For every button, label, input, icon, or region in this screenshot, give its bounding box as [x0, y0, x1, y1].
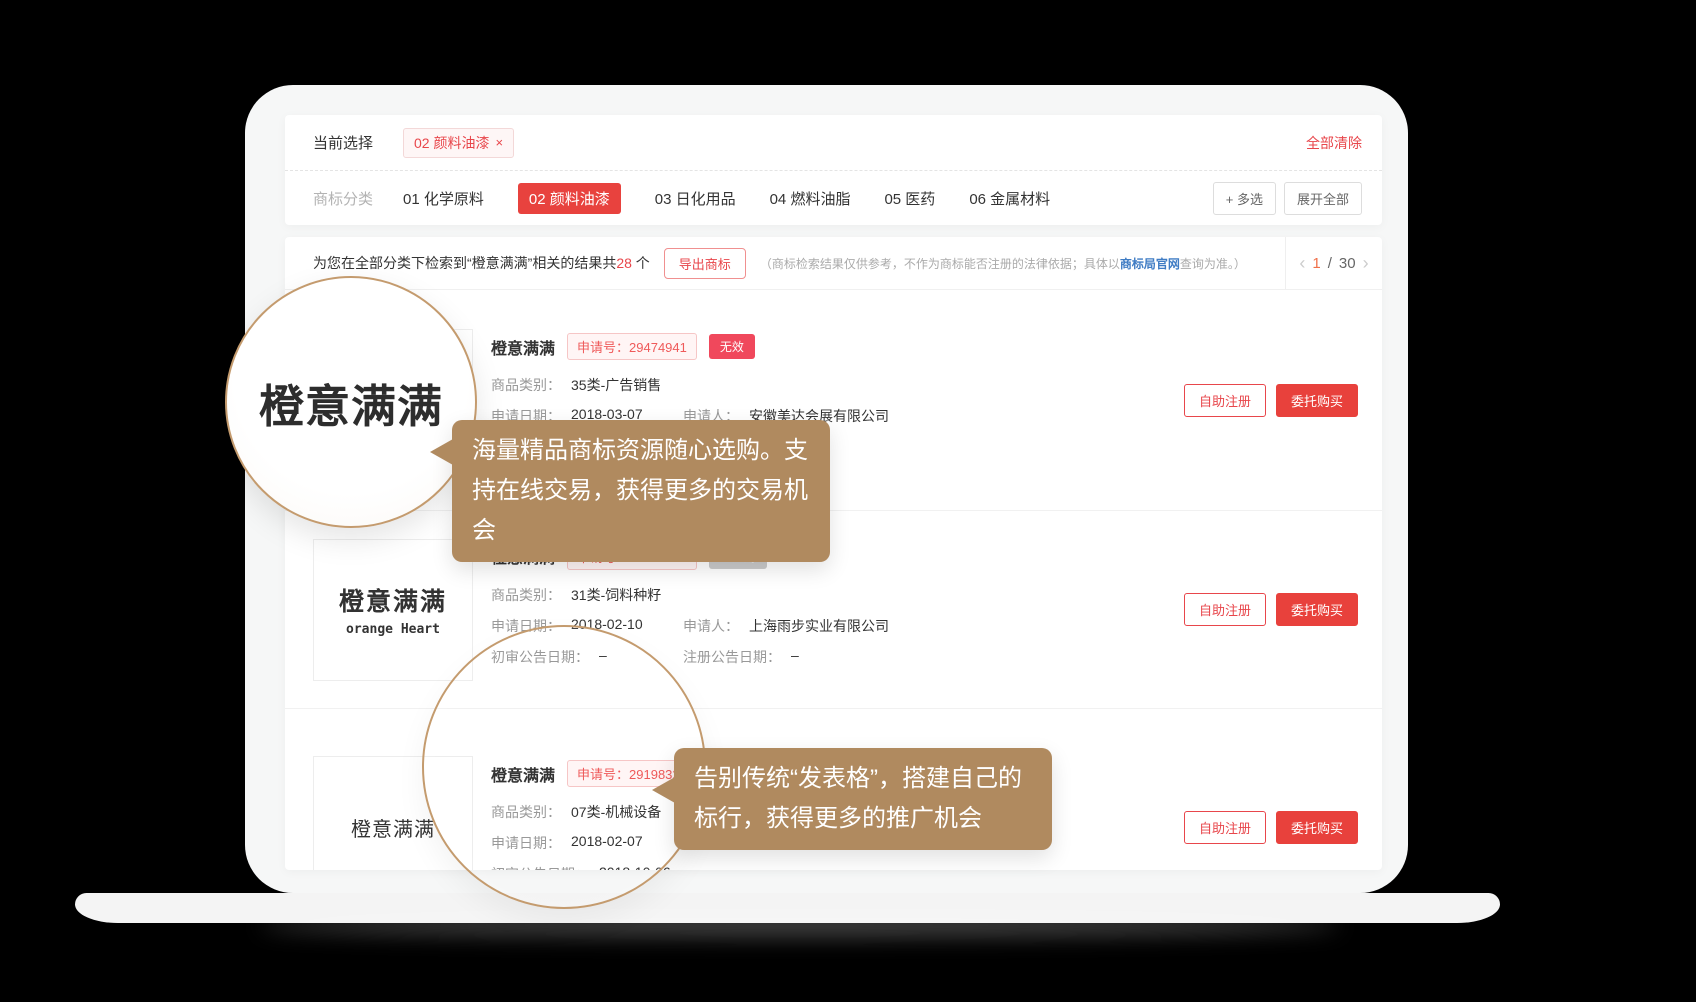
- application-number-tag: 申请号：29474941: [567, 333, 697, 360]
- trademark-image-text: 橙意满满: [351, 813, 435, 842]
- results-unit: 个: [632, 255, 650, 271]
- page-separator: /: [1328, 255, 1332, 272]
- category-tools: + 多选 展开全部: [1213, 182, 1362, 215]
- results-summary-area: 为您在全部分类下检索到“橙意满满”相关的结果共28 个 导出商标 （商标检索结果…: [285, 237, 1285, 289]
- current-page: 1: [1312, 255, 1320, 272]
- next-page-icon[interactable]: ›: [1363, 253, 1369, 274]
- disclaimer-prefix: （商标检索结果仅供参考，不作为商标能否注册的法律依据；具体以: [760, 257, 1120, 271]
- entrust-buy-button[interactable]: 委托购买: [1276, 593, 1358, 626]
- clear-all-button[interactable]: 全部清除: [1306, 133, 1362, 153]
- magnified-trademark-text: 橙意满满: [259, 370, 443, 435]
- prev-page-icon[interactable]: ‹: [1299, 253, 1305, 274]
- magnifier-circle: 橙意满满: [225, 276, 477, 528]
- trademark-image: 橙意满满 orange Heart: [313, 539, 473, 681]
- tooltip-arrow-icon: [430, 439, 453, 465]
- trademark-image-text: 橙意满满: [339, 582, 447, 618]
- category-label: 商标分类: [313, 188, 373, 209]
- results-summary: 为您在全部分类下检索到“橙意满满”相关的结果共28 个: [313, 253, 650, 273]
- category-item-05[interactable]: 05 医药: [884, 183, 935, 214]
- category-item-06[interactable]: 06 金属材料: [969, 183, 1050, 214]
- trademark-image-subtext: orange Heart: [346, 622, 440, 637]
- laptop-stand-shadow: [260, 914, 1340, 936]
- expand-all-button[interactable]: 展开全部: [1284, 182, 1362, 215]
- multi-select-button[interactable]: + 多选: [1213, 182, 1276, 215]
- results-header: 为您在全部分类下检索到“橙意满满”相关的结果共28 个 导出商标 （商标检索结果…: [285, 237, 1382, 290]
- tooltip-promotion: 告别传统“发表格”，搭建自己的标行，获得更多的推广机会: [674, 748, 1052, 850]
- results-count: 28: [616, 255, 632, 271]
- status-badge: 无效: [709, 334, 755, 359]
- remove-filter-icon[interactable]: ×: [495, 135, 503, 150]
- selected-filter-tag[interactable]: 02 颜料油漆 ×: [403, 128, 514, 158]
- pagination: ‹ 1 / 30 ›: [1285, 237, 1382, 289]
- results-summary-text: 为您在全部分类下检索到“橙意满满”相关的结果共: [313, 255, 616, 271]
- tooltip-marketplace: 海量精品商标资源随心选购。支持在线交易，获得更多的交易机会: [452, 420, 830, 562]
- page-background: 当前选择 02 颜料油漆 × 全部清除 商标分类 01 化学原料 02 颜料油漆…: [0, 0, 1696, 1002]
- tooltip-marketplace-text: 海量精品商标资源随心选购。支持在线交易，获得更多的交易机会: [472, 437, 808, 544]
- category-list: 01 化学原料 02 颜料油漆 03 日化用品 04 燃料油脂 05 医药 06…: [403, 183, 1050, 214]
- lens-ring-circle: [422, 625, 706, 909]
- self-register-button[interactable]: 自助注册: [1184, 384, 1266, 417]
- category-item-02-active[interactable]: 02 颜料油漆: [518, 183, 621, 214]
- current-selection-label: 当前选择: [313, 132, 373, 153]
- entrust-buy-button[interactable]: 委托购买: [1276, 811, 1358, 844]
- category-row: 商标分类 01 化学原料 02 颜料油漆 03 日化用品 04 燃料油脂 05 …: [285, 171, 1382, 225]
- tooltip-arrow-icon: [652, 777, 675, 803]
- current-selection-row: 当前选择 02 颜料油漆 × 全部清除: [285, 115, 1382, 171]
- category-item-03[interactable]: 03 日化用品: [655, 183, 736, 214]
- category-item-01[interactable]: 01 化学原料: [403, 183, 484, 214]
- self-register-button[interactable]: 自助注册: [1184, 811, 1266, 844]
- selected-filter-tag-label: 02 颜料油漆: [414, 133, 489, 153]
- disclaimer-suffix: 查询为准。）: [1180, 257, 1246, 271]
- entrust-buy-button[interactable]: 委托购买: [1276, 384, 1358, 417]
- results-disclaimer: （商标检索结果仅供参考，不作为商标能否注册的法律依据；具体以商标局官网查询为准。…: [760, 255, 1246, 272]
- export-trademarks-button[interactable]: 导出商标: [664, 248, 746, 279]
- total-pages: 30: [1339, 255, 1356, 272]
- trademark-office-link[interactable]: 商标局官网: [1120, 257, 1180, 271]
- filter-panel: 当前选择 02 颜料油漆 × 全部清除 商标分类 01 化学原料 02 颜料油漆…: [285, 115, 1382, 225]
- tooltip-promotion-text: 告别传统“发表格”，搭建自己的标行，获得更多的推广机会: [694, 765, 1022, 832]
- table-row: 橙意满满 orange Heart 橙意满满 申请号：29482153 已注册 …: [285, 510, 1382, 708]
- category-item-04[interactable]: 04 燃料油脂: [770, 183, 851, 214]
- trademark-name: 橙意满满: [491, 335, 555, 359]
- self-register-button[interactable]: 自助注册: [1184, 593, 1266, 626]
